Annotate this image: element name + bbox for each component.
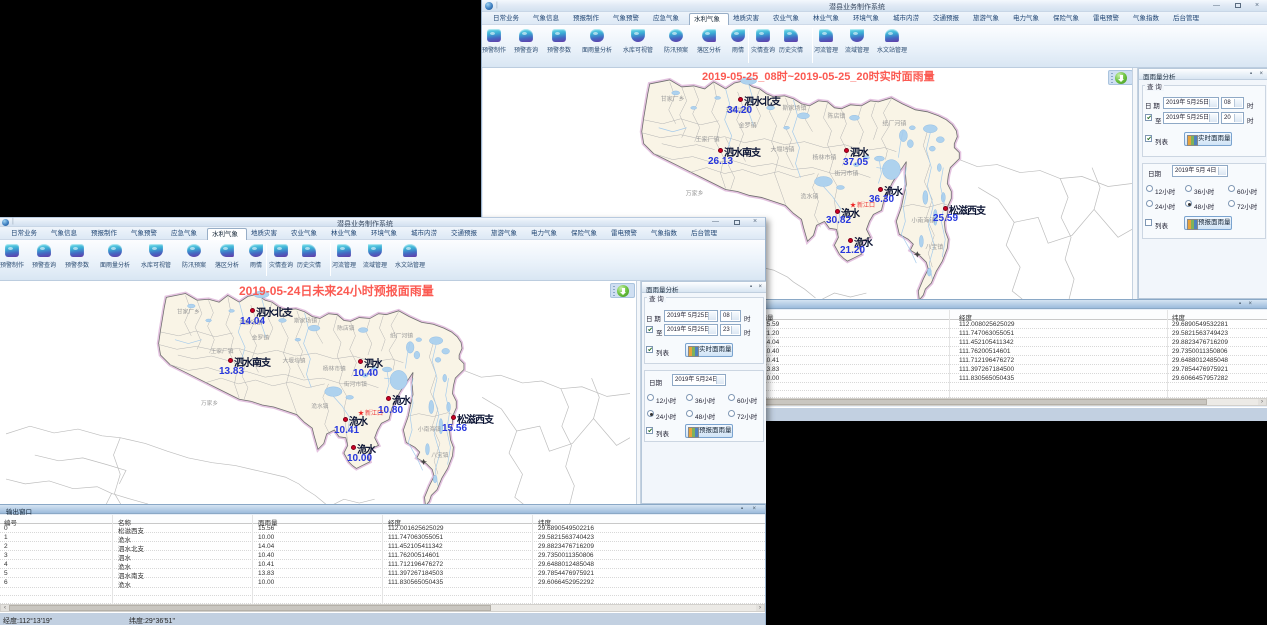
svg-text:王家厂镇: 王家厂镇 (696, 136, 720, 144)
svg-text:八宝镇: 八宝镇 (431, 451, 448, 459)
svg-text:陈店镇: 陈店镇 (337, 324, 354, 332)
svg-text:甘家厂乡: 甘家厂乡 (177, 308, 200, 316)
svg-text:大堰垱镇: 大堰垱镇 (282, 357, 305, 365)
svg-text:甘家厂乡: 甘家厂乡 (661, 95, 685, 103)
svg-text:洈水镇: 洈水镇 (801, 192, 819, 200)
svg-text:纸厂河镇: 纸厂河镇 (882, 120, 906, 128)
svg-text:陈店镇: 陈店镇 (827, 112, 845, 120)
svg-text:街河市镇: 街河市镇 (834, 170, 858, 178)
svg-text:杨林市镇: 杨林市镇 (323, 364, 346, 372)
svg-text:街河市镇: 街河市镇 (344, 380, 367, 388)
svg-text:八宝镇: 八宝镇 (925, 243, 943, 251)
svg-text:斯家场镇: 斯家场镇 (783, 104, 807, 112)
svg-text:斯家场镇: 斯家场镇 (294, 316, 317, 324)
svg-text:大堰垱镇: 大堰垱镇 (771, 146, 795, 154)
svg-text:杨林市镇: 杨林市镇 (812, 154, 836, 162)
svg-text:洈水镇: 洈水镇 (311, 402, 328, 410)
svg-text:王家厂镇: 王家厂镇 (210, 347, 233, 355)
svg-text:小南海镇: 小南海镇 (911, 216, 935, 224)
svg-text:金罗镇: 金罗镇 (739, 122, 757, 130)
svg-text:万家乡: 万家乡 (686, 189, 704, 197)
svg-text:万家乡: 万家乡 (201, 399, 218, 407)
svg-text:纸厂河镇: 纸厂河镇 (390, 332, 413, 340)
svg-text:小南海镇: 小南海镇 (418, 425, 441, 433)
svg-text:金罗镇: 金罗镇 (252, 334, 269, 342)
